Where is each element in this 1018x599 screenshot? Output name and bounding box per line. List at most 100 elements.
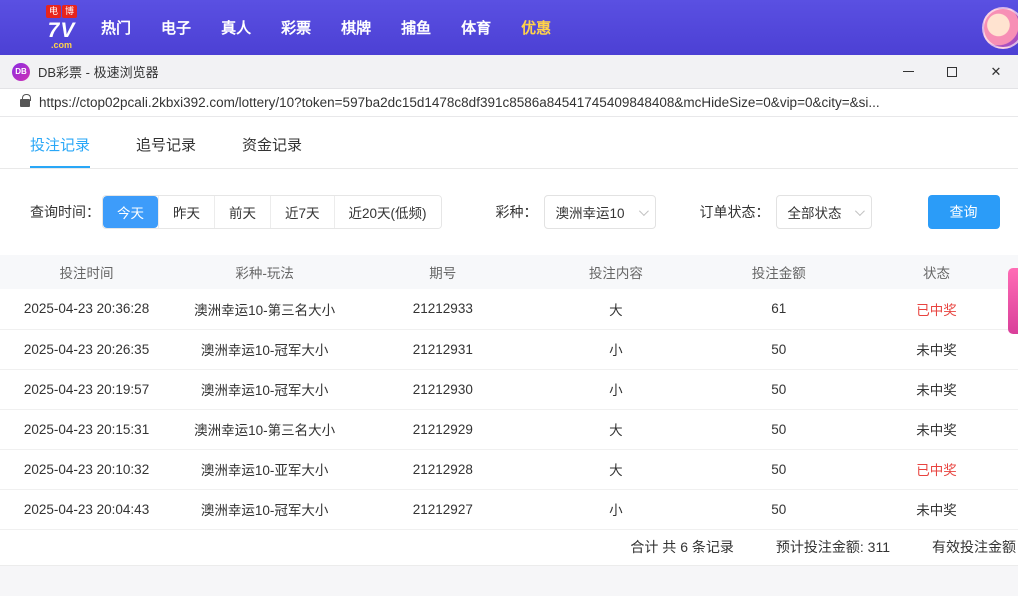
bet-amount-cell: 50 [702,489,856,530]
tab-chase-records[interactable]: 追号记录 [136,134,196,168]
bet-play-cell: 澳洲幸运10-冠军大小 [173,369,357,410]
bet-time-cell: 2025-04-23 20:04:43 [0,489,174,530]
bottom-band [0,565,1018,596]
header-play: 彩种-玩法 [173,255,357,289]
table-row: 2025-04-23 20:15:31 澳洲幸运10-第三名大小 2121292… [0,409,1018,450]
bet-issue-cell: 21212929 [356,409,530,450]
nav-item-live[interactable]: 真人 [221,17,251,38]
time-option-last20days[interactable]: 近20天(低频) [333,196,441,228]
table-row: 2025-04-23 20:04:43 澳洲幸运10-冠军大小 21212927… [0,489,1018,530]
bet-status-cell: 已中奖 [855,449,1018,490]
table-row: 2025-04-23 20:19:57 澳洲幸运10-冠军大小 21212930… [0,369,1018,410]
url-text[interactable]: https://ctop02pcali.2kbxi392.com/lottery… [39,95,1018,110]
bet-issue-cell: 21212933 [356,289,530,330]
bet-play-cell: 澳洲幸运10-冠军大小 [173,329,357,370]
url-bar[interactable]: https://ctop02pcali.2kbxi392.com/lottery… [0,89,1018,117]
lottery-select[interactable]: 澳洲幸运10 [543,195,656,229]
site-nav: 电 博 7V .com 热门 电子 真人 彩票 棋牌 捕鱼 体育 优惠 [0,0,1018,55]
browser-favicon-icon: DB [12,62,30,81]
query-button[interactable]: 查询 [927,195,1000,229]
bet-amount-cell: 50 [702,409,856,450]
minimize-icon [902,71,914,72]
bet-amount-cell: 61 [702,289,856,330]
summary-valid: 有效投注金额 [932,539,1016,555]
user-avatar[interactable] [982,7,1018,49]
logo-brand: 7V [47,19,76,42]
browser-title-bar: DB DB彩票 - 极速浏览器 ✕ [0,55,1018,89]
time-option-today[interactable]: 今天 [103,196,158,228]
site-nav-items: 热门 电子 真人 彩票 棋牌 捕鱼 体育 优惠 [101,17,551,38]
close-button[interactable]: ✕ [974,55,1018,88]
record-tabs: 投注记录 追号记录 资金记录 [0,117,1018,169]
floating-widget[interactable] [1008,268,1018,334]
bet-content-cell: 大 [529,409,703,450]
bet-status-cell: 未中奖 [855,409,1018,450]
nav-item-fishing[interactable]: 捕鱼 [401,17,431,38]
bet-time-cell: 2025-04-23 20:10:32 [0,449,174,490]
bet-play-cell: 澳洲幸运10-冠军大小 [173,489,357,530]
lock-icon [20,93,31,107]
lottery-select-value: 澳洲幸运10 [555,206,625,221]
lottery-filter-label: 彩种： [495,204,538,220]
bet-status-cell: 未中奖 [855,489,1018,530]
bet-amount-cell: 50 [702,449,856,490]
window-controls: ✕ [886,55,1018,88]
summary-estimated: 预计投注金额: 311 [775,539,890,555]
minimize-button[interactable] [886,55,930,88]
bet-amount-cell: 50 [702,369,856,410]
summary-total: 合计 共 6 条记录 [630,539,734,555]
time-filter-label: 查询时间： [30,204,100,220]
site-logo[interactable]: 电 博 7V .com [46,5,78,50]
nav-item-boardgames[interactable]: 棋牌 [341,17,371,38]
bet-time-cell: 2025-04-23 20:15:31 [0,409,174,450]
nav-item-hot[interactable]: 热门 [101,17,131,38]
header-bet-content: 投注内容 [529,255,703,289]
bet-content-cell: 大 [529,289,703,330]
tab-bet-records[interactable]: 投注记录 [30,134,91,168]
summary-bar: 合计 共 6 条记录 预计投注金额: 311 有效投注金额 [0,530,1018,566]
bet-records-table: 投注时间 彩种-玩法 期号 投注内容 投注金额 状态 2025-04-23 20… [0,255,1018,530]
bet-status-cell: 未中奖 [855,329,1018,370]
time-option-yesterday[interactable]: 昨天 [158,196,214,228]
bet-issue-cell: 21212928 [356,449,530,490]
header-bet-time: 投注时间 [0,255,174,289]
bet-content-cell: 小 [529,489,703,530]
order-status-value: 全部状态 [787,206,842,221]
table-header-row: 投注时间 彩种-玩法 期号 投注内容 投注金额 状态 [0,255,1018,289]
bet-time-cell: 2025-04-23 20:26:35 [0,329,174,370]
bet-play-cell: 澳洲幸运10-亚军大小 [173,449,357,490]
time-option-last7days[interactable]: 近7天 [270,196,334,228]
table-row: 2025-04-23 20:36:28 澳洲幸运10-第三名大小 2121293… [0,289,1018,330]
logo-badges: 电 博 [46,5,78,18]
bet-content-cell: 大 [529,449,703,490]
nav-item-promos[interactable]: 优惠 [521,17,551,38]
logo-badge-right: 博 [62,5,78,18]
bet-status-cell: 未中奖 [855,369,1018,410]
bet-play-cell: 澳洲幸运10-第三名大小 [173,409,357,450]
bet-content-cell: 小 [529,329,703,370]
maximize-button[interactable] [930,55,974,88]
header-status: 状态 [855,255,1018,289]
bet-time-cell: 2025-04-23 20:36:28 [0,289,174,330]
table-row: 2025-04-23 20:10:32 澳洲幸运10-亚军大小 21212928… [0,449,1018,490]
bet-issue-cell: 21212931 [356,329,530,370]
bet-time-cell: 2025-04-23 20:19:57 [0,369,174,410]
bet-issue-cell: 21212927 [356,489,530,530]
nav-item-sports[interactable]: 体育 [461,17,491,38]
time-filter-group: 今天 昨天 前天 近7天 近20天(低频) [102,195,442,229]
chevron-down-icon [854,205,865,216]
window-title: DB彩票 - 极速浏览器 [38,65,159,80]
order-status-select[interactable]: 全部状态 [775,195,872,229]
chevron-down-icon [638,205,649,216]
bet-content-cell: 小 [529,369,703,410]
header-bet-amount: 投注金额 [702,255,856,289]
nav-item-slots[interactable]: 电子 [161,17,191,38]
bet-amount-cell: 50 [702,329,856,370]
logo-badge-left: 电 [46,5,62,18]
header-issue: 期号 [356,255,530,289]
time-option-day-before[interactable]: 前天 [214,196,270,228]
nav-item-lottery[interactable]: 彩票 [281,17,311,38]
tab-fund-records[interactable]: 资金记录 [242,134,302,168]
filter-bar: 查询时间： 今天 昨天 前天 近7天 近20天(低频) 彩种： 澳洲幸运10 订… [30,195,1018,229]
logo-suffix: .com [51,40,73,50]
